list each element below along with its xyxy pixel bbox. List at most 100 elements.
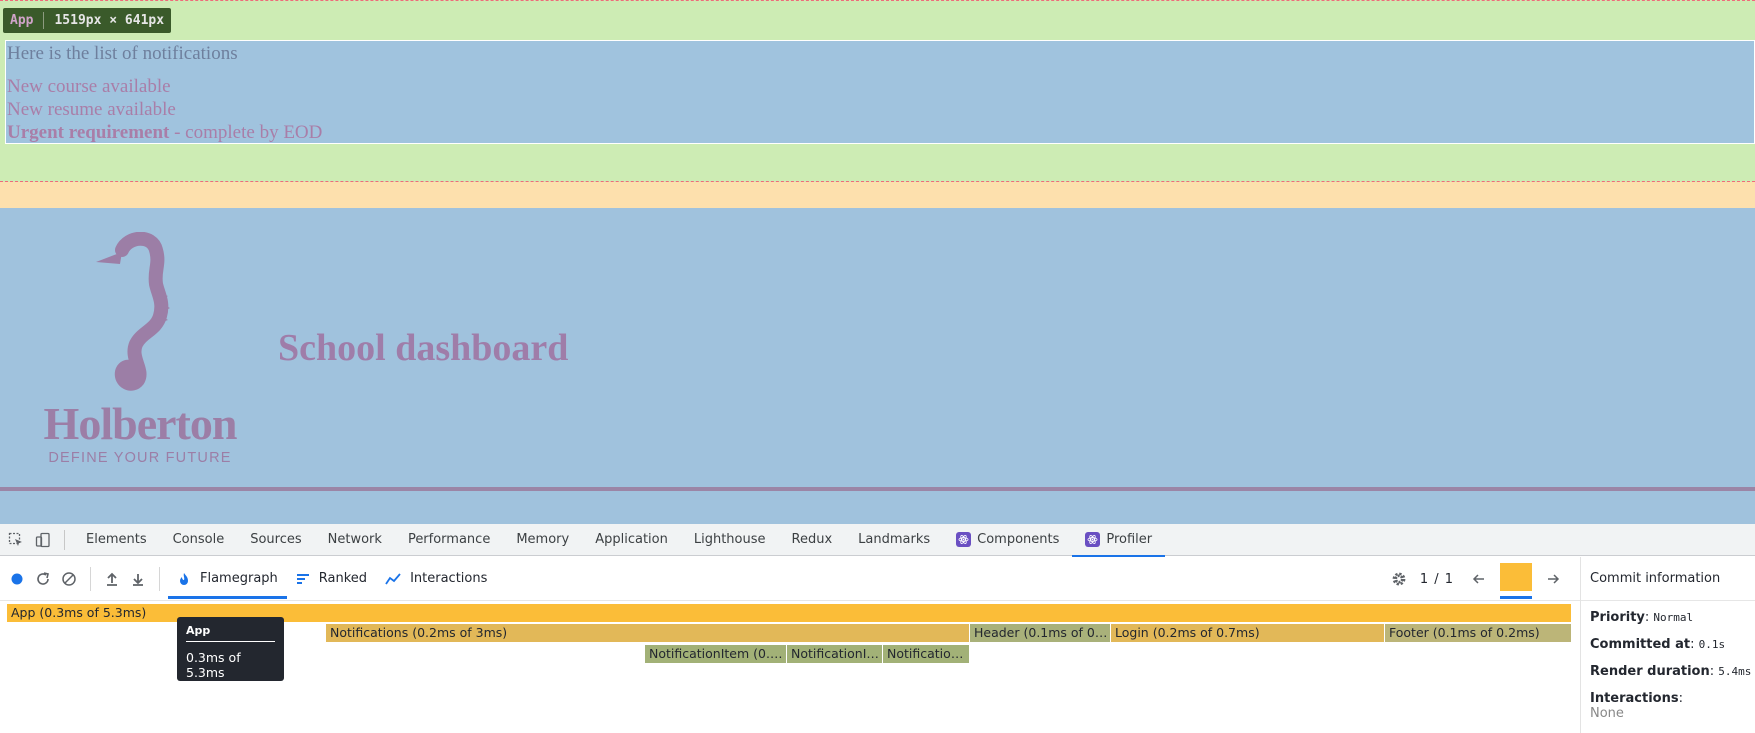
tab-label: Performance (407, 532, 491, 547)
clear-profile-button[interactable] (56, 566, 82, 592)
inspected-page: App 1519px × 641px Here is the list of n… (0, 0, 1755, 524)
flame-bar-footer[interactable]: Footer (0.1ms of 0.2ms) (1385, 624, 1572, 642)
notifications-list: New course available New resume availabl… (7, 75, 322, 144)
notifications-title: Here is the list of notifications (7, 43, 238, 64)
priority-label: Priority (1590, 610, 1645, 625)
commit-selector[interactable] (1498, 557, 1534, 601)
reload-profile-button[interactable] (30, 566, 56, 592)
save-profile-button[interactable] (125, 566, 151, 592)
record-button[interactable] (4, 566, 30, 592)
logo-wordmark: Holberton (43, 398, 238, 449)
tab-label: Elements (86, 532, 147, 547)
tab-sources[interactable]: Sources (237, 524, 314, 556)
arrow-left-icon (1472, 574, 1484, 584)
devtools-tabbar: Elements Console Sources Network Perform… (0, 524, 1755, 557)
interactions-icon (385, 572, 401, 584)
toolbar-divider (90, 566, 91, 591)
committed-value: 0.1s (1698, 638, 1726, 651)
commit-navigation: 1 / 1 (1386, 557, 1566, 601)
tab-memory[interactable]: Memory (503, 524, 582, 556)
interactions-label: Interactions (1590, 691, 1679, 706)
device-toggle-icon[interactable] (32, 529, 54, 551)
record-icon (11, 573, 23, 584)
flame-bar-notification-item[interactable]: NotificationItem (0.1ms of 0.1ms) (645, 645, 787, 663)
list-item[interactable]: New resume available (7, 98, 322, 121)
header-margin-overlay (0, 182, 1755, 208)
tab-label: Application (595, 532, 668, 547)
flame-bar-notification-item[interactable]: NotificationItem (0.1ms of 0.1ms) (883, 645, 970, 663)
header-divider (0, 487, 1755, 491)
priority-value: Normal (1653, 611, 1694, 624)
commit-render-duration: Render duration: 5.4ms (1590, 664, 1752, 679)
urgent-text: - complete by EOD (169, 122, 323, 143)
inspect-badge-divider (43, 12, 45, 29)
notifications-panel: Here is the list of notifications New co… (5, 40, 1755, 144)
commit-priority: Priority: Normal (1590, 610, 1694, 625)
tab-console[interactable]: Console (160, 524, 238, 556)
flame-icon (180, 572, 188, 585)
profiler-settings-button[interactable] (1386, 566, 1412, 592)
tab-interactions[interactable]: Interactions (376, 557, 496, 601)
page-title: School dashboard (278, 327, 569, 369)
render-label: Render duration (1590, 664, 1710, 679)
load-profile-button[interactable] (99, 566, 125, 592)
react-icon (1085, 532, 1101, 547)
clear-icon (62, 571, 76, 586)
commit-committed-at: Committed at: 0.1s (1590, 637, 1726, 652)
view-label: Ranked (318, 571, 368, 586)
next-commit-button[interactable] (1540, 566, 1566, 592)
reload-icon (37, 571, 49, 585)
urgent-label: Urgent requirement (7, 122, 170, 143)
tab-label: Components (977, 532, 1060, 547)
commit-info-panel: Commit information Priority: Normal Comm… (1580, 557, 1755, 733)
interactions-value: None (1590, 706, 1624, 721)
flame-bar-login[interactable]: Login (0.2ms of 0.7ms) (1111, 624, 1385, 642)
arrow-right-icon (1548, 574, 1560, 584)
profiler-toolbar: Flamegraph Ranked Interactions 1 / 1 (0, 557, 1580, 601)
view-label: Interactions (410, 571, 488, 586)
inspect-size-badge: App 1519px × 641px (3, 8, 172, 33)
flame-bar-header[interactable]: Header (0.1ms of 0.9ms) (970, 624, 1111, 642)
tab-performance[interactable]: Performance (395, 524, 503, 556)
tooltip-component-name: App (186, 624, 275, 642)
tab-landmarks[interactable]: Landmarks (845, 524, 943, 556)
download-icon (133, 573, 143, 586)
view-label: Flamegraph (200, 571, 278, 586)
holberton-logo: Holberton DEFINE YOUR FUTURE (30, 232, 250, 466)
flame-tooltip: App 0.3ms of 5.3ms (177, 617, 284, 681)
tabbar-divider (64, 529, 65, 550)
logo-tagline: DEFINE YOUR FUTURE (48, 450, 232, 466)
tooltip-duration: 0.3ms of 5.3ms (186, 650, 241, 680)
devtools-panel: Elements Console Sources Network Perform… (0, 524, 1755, 733)
toolbar-divider (159, 566, 160, 591)
gear-icon (1392, 572, 1406, 586)
tab-redux[interactable]: Redux (779, 524, 846, 556)
list-item[interactable]: New course available (7, 75, 322, 98)
inspect-component-name: App (10, 13, 34, 28)
inspect-element-icon[interactable] (5, 529, 27, 551)
ranked-icon (296, 573, 309, 584)
react-icon (956, 532, 972, 547)
prev-commit-button[interactable] (1466, 566, 1492, 592)
list-item[interactable]: Urgent requirement - complete by EOD (7, 121, 322, 144)
tab-label: Sources (250, 532, 302, 547)
upload-icon (107, 572, 117, 586)
tab-label: Lighthouse (693, 532, 766, 547)
render-value: 5.4ms (1718, 665, 1752, 678)
tab-lighthouse[interactable]: Lighthouse (681, 524, 779, 556)
tab-profiler[interactable]: Profiler (1072, 524, 1165, 557)
inspect-component-size: 1519px × 641px (54, 13, 165, 28)
flame-bar-notifications[interactable]: Notifications (0.2ms of 3ms) (326, 624, 970, 642)
commit-interactions: Interactions: (1590, 691, 1683, 706)
seahorse-icon (96, 232, 170, 391)
tab-network[interactable]: Network (315, 524, 395, 556)
flame-bar-notification-item[interactable]: NotificationItem (0.1ms of 0.1ms) (787, 645, 883, 663)
commit-info-body: Priority: Normal Committed at: 0.1s Rend… (1581, 601, 1755, 721)
tab-elements[interactable]: Elements (73, 524, 160, 556)
commit-bar[interactable] (1500, 563, 1532, 591)
tab-ranked[interactable]: Ranked (287, 557, 376, 601)
tab-flamegraph[interactable]: Flamegraph (168, 557, 287, 601)
tab-application[interactable]: Application (582, 524, 681, 556)
tab-components[interactable]: Components (943, 524, 1072, 556)
tab-label: Redux (791, 532, 833, 547)
